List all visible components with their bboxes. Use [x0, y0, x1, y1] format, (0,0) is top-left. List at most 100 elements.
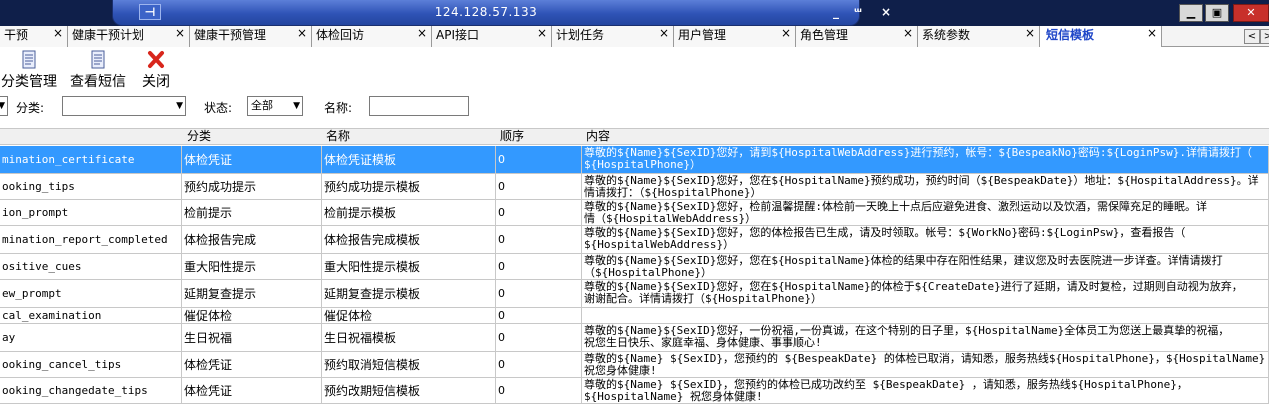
remote-minimize-button[interactable]: _ — [833, 5, 839, 19]
table-row[interactable]: ooking_changedate_tips 体检凭证 预约改期短信模板 0 尊敬的${… — [0, 378, 1269, 404]
table-row[interactable]: ooking_cancel_tips 体检凭证 预约取消短信模板 0 尊敬的${Name… — [0, 352, 1269, 378]
column-header-content[interactable]: 内容 — [582, 129, 610, 144]
minimize-button[interactable]: ▁ — [1179, 4, 1203, 22]
cell-name: 检前提示模板 — [322, 200, 496, 225]
category-select[interactable]: ▼ — [62, 96, 186, 116]
content-line: 情（${HospitalWebAddress}） — [584, 212, 757, 225]
cell-name: 预约成功提示模板 — [322, 174, 496, 199]
table-row[interactable]: ion_prompt 检前提示 检前提示模板 0 尊敬的${Name}${SexID}您… — [0, 200, 1269, 226]
close-icon[interactable]: × — [903, 26, 913, 40]
table-row[interactable]: ew_prompt 延期复查提示 延期复查提示模板 0 尊敬的${Name}${SexI… — [0, 280, 1269, 308]
close-icon[interactable]: × — [175, 26, 185, 40]
table-row[interactable]: ay 生日祝福 生日祝福模板 0 尊敬的${Name}${SexID}您好，一份祝福,一… — [0, 324, 1269, 352]
cell-order: 0 — [496, 378, 582, 403]
content-line: 情请拨打：（${HospitalPhone}） — [584, 186, 762, 199]
chevron-down-icon: ▼ — [0, 101, 5, 111]
tab-health-plan[interactable]: 健康干预计划 × — [68, 26, 190, 47]
cell-code: ooking_cancel_tips — [0, 352, 182, 377]
cell-content: 尊敬的${Name}${SexID}您好，您在${HospitalName}预约… — [582, 174, 1269, 199]
cell-order: 0 — [496, 308, 582, 323]
close-icon[interactable]: × — [1147, 26, 1157, 40]
content-line: 尊敬的${Name} ${SexID}，您预约的 ${BespeakDate} … — [584, 352, 1266, 365]
tab-label: 角色管理 — [800, 28, 849, 42]
cell-name: 生日祝福模板 — [322, 324, 496, 351]
cell-content: 尊敬的${Name}${SexID}您好，您在${HospitalName}体检… — [582, 254, 1269, 279]
red-x-icon — [140, 50, 172, 70]
tab-label: 体检回访 — [316, 28, 365, 42]
cell-category: 体检凭证 — [182, 352, 322, 377]
cell-order: 0 — [496, 254, 582, 279]
cell-category: 体检凭证 — [182, 146, 322, 173]
cell-order: 0 — [496, 146, 582, 173]
table-row[interactable]: mination_report_completed 体检报告完成 体检报告完成模板 0… — [0, 226, 1269, 254]
close-icon[interactable]: × — [53, 26, 63, 40]
table-row[interactable]: mination_certificate 体检凭证 体检凭证模板 0 尊敬的${Name… — [0, 146, 1269, 174]
close-icon[interactable]: × — [1025, 26, 1035, 40]
tab-label: 干预 — [4, 28, 29, 42]
close-icon[interactable]: × — [417, 26, 427, 40]
name-input[interactable] — [369, 96, 469, 116]
remote-desktop-connection-bar: ⊣ 124.128.57.133 _ ᵚ × — [112, 0, 891, 26]
table-row[interactable]: ositive_cues 重大阳性提示 重大阳性提示模板 0 尊敬的${Name}${S… — [0, 254, 1269, 280]
document-icon — [0, 50, 58, 70]
tab-label: 短信模板 — [1046, 28, 1095, 42]
content-line: ${HospitalName} 祝您身体健康! — [584, 390, 763, 403]
remote-restore-button[interactable]: ᵚ — [854, 5, 862, 19]
tab-intervention[interactable]: 干预 × — [0, 26, 68, 47]
cell-name: 催促体检 — [322, 308, 496, 323]
close-icon[interactable]: × — [659, 26, 669, 40]
window-controls: ▁ ▣ ✕ — [1179, 2, 1269, 24]
table-row[interactable]: cal_examination 催促体检 催促体检 0 — [0, 308, 1269, 324]
filter-bar: ▼ 分类: ▼ 状态: 全部 ▼ 名称: — [0, 94, 1269, 120]
document-icon — [68, 50, 128, 70]
close-icon[interactable]: × — [781, 26, 791, 40]
column-header-order[interactable]: 顺序 — [496, 129, 524, 144]
tab-exam-followup[interactable]: 体检回访 × — [312, 26, 432, 47]
tab-scheduled-tasks[interactable]: 计划任务 × — [552, 26, 674, 47]
column-header-name[interactable]: 名称 — [322, 129, 350, 144]
cell-category: 体检凭证 — [182, 378, 322, 403]
tab-system-params[interactable]: 系统参数 × — [918, 26, 1040, 47]
category-label: 分类: — [16, 101, 45, 115]
view-sms-button[interactable]: 查看短信 — [68, 50, 128, 90]
close-icon[interactable]: × — [537, 26, 547, 40]
cell-content — [582, 308, 1269, 323]
close-icon[interactable]: × — [297, 26, 307, 40]
scope-dropdown[interactable]: ▼ — [0, 96, 8, 116]
cell-content: 尊敬的${Name}${SexID}您好，一份祝福,一份真诚，在这个特别的日子里… — [582, 324, 1269, 351]
tab-health-management[interactable]: 健康干预管理 × — [190, 26, 312, 47]
cell-code: ositive_cues — [0, 254, 182, 279]
cell-content: 尊敬的${Name} ${SexID}，您预约的 ${BespeakDate} … — [582, 352, 1269, 377]
cell-code: ooking_changedate_tips — [0, 378, 182, 403]
tab-api[interactable]: API接口 × — [432, 26, 552, 47]
close-button[interactable]: 关闭 — [140, 50, 172, 90]
content-line: 祝您身体健康! — [584, 364, 657, 377]
status-select[interactable]: 全部 ▼ — [247, 96, 303, 116]
cell-content: 尊敬的${Name}${SexID}您好，您的体检报告已生成，请及时领取。帐号：… — [582, 226, 1269, 253]
remote-host-address: 124.128.57.133 — [434, 5, 538, 19]
cell-code: ew_prompt — [0, 280, 182, 307]
tab-scroll-left-button[interactable]: < — [1244, 29, 1260, 44]
maximize-button[interactable]: ▣ — [1205, 4, 1229, 22]
category-management-button[interactable]: 分类管理 — [0, 50, 58, 90]
column-header-category[interactable]: 分类 — [183, 129, 211, 144]
remote-session-bar: ⊣ 124.128.57.133 _ ᵚ × ▁ ▣ ✕ — [0, 0, 1269, 26]
table-row[interactable]: ooking_tips 预约成功提示 预约成功提示模板 0 尊敬的${Name}${Se… — [0, 174, 1269, 200]
cell-category: 检前提示 — [182, 200, 322, 225]
button-label: 关闭 — [142, 74, 170, 90]
cell-order: 0 — [496, 324, 582, 351]
cell-content: 尊敬的${Name}${SexID}您好，检前温馨提醒:体检前一天晚上十点后应避… — [582, 200, 1269, 225]
tab-scroll-right-button[interactable]: > — [1260, 29, 1269, 44]
cell-category: 体检报告完成 — [182, 226, 322, 253]
cell-content: 尊敬的${Name}${SexID}您好，您在${HospitalName}的体… — [582, 280, 1269, 307]
close-window-button[interactable]: ✕ — [1233, 4, 1269, 22]
cell-category: 重大阳性提示 — [182, 254, 322, 279]
remote-close-button[interactable]: × — [881, 5, 891, 19]
tab-role-management[interactable]: 角色管理 × — [796, 26, 918, 47]
cell-category: 预约成功提示 — [182, 174, 322, 199]
cell-name: 延期复查提示模板 — [322, 280, 496, 307]
tab-sms-templates[interactable]: 短信模板 × — [1040, 26, 1162, 47]
cell-category: 催促体检 — [182, 308, 322, 323]
tab-label: API接口 — [436, 28, 479, 42]
tab-user-management[interactable]: 用户管理 × — [674, 26, 796, 47]
